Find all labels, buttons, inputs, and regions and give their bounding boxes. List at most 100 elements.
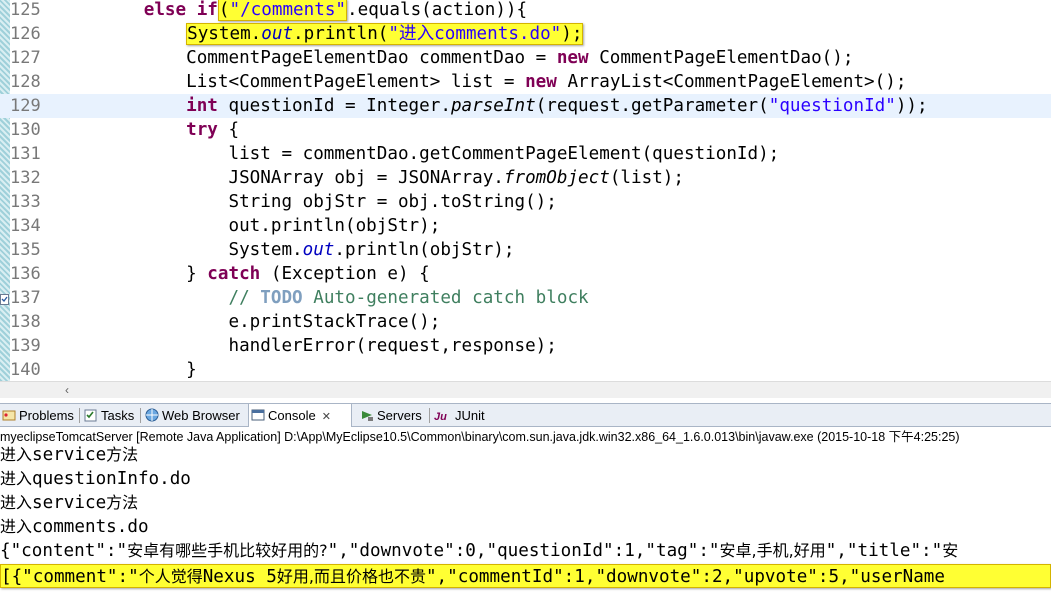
code-token: TODO [260, 288, 303, 308]
code-line[interactable]: 134 out.println(objStr); [0, 214, 1051, 238]
code-text: } [59, 358, 197, 381]
console-text: 方法 [106, 445, 139, 464]
code-line[interactable]: 140 } [0, 358, 1051, 381]
tab-separator [79, 408, 80, 423]
task-marker-icon[interactable] [0, 292, 9, 305]
code-line[interactable]: 131 list = commentDao.getCommentPageElem… [0, 142, 1051, 166]
code-line[interactable]: 139 handlerError(request,response); [0, 334, 1051, 358]
code-line[interactable]: 132 JSONArray obj = JSONArray.fromObject… [0, 166, 1051, 190]
code-text: e.printStackTrace(); [59, 310, 440, 334]
code-token: new [525, 72, 557, 92]
editor-horizontal-scrollbar[interactable]: ‹ [0, 381, 1051, 398]
line-number: 136 [10, 264, 41, 284]
line-number: 126 [10, 24, 41, 44]
code-text: list = commentDao.getCommentPageElement(… [59, 142, 779, 166]
code-line[interactable]: 137 // TODO Auto-generated catch block [0, 286, 1051, 310]
code-line[interactable]: 126 System.out.println("进入comments.do"); [0, 22, 1051, 46]
tab-console[interactable]: Console ✕ [248, 404, 352, 427]
code-token: catch [207, 264, 261, 284]
tab-servers[interactable]: Servers [358, 404, 422, 427]
line-number: 128 [10, 72, 41, 92]
console-line: 进入service方法 [0, 443, 1051, 467]
code-token: "进入comments.do" [388, 24, 562, 44]
code-token: .equals(action)){ [347, 0, 528, 20]
servers-icon [360, 406, 374, 421]
tab-web-browser[interactable]: Web Browser [143, 404, 240, 427]
code-token: int [186, 96, 218, 116]
console-line: 进入comments.do [0, 515, 1051, 539]
scroll-left-icon[interactable]: ‹ [60, 382, 74, 398]
line-number: 127 [10, 48, 41, 68]
console-text: 好用,而且价格也不贵 [276, 567, 426, 586]
console-text: 进入 [0, 469, 33, 488]
code-token: (request.getParameter( [535, 96, 769, 116]
tab-servers-label: Servers [377, 408, 422, 423]
console-text: service [32, 445, 107, 465]
tab-console-label: Console [268, 408, 316, 423]
code-token: { [217, 120, 240, 140]
globe-icon [145, 406, 159, 422]
tab-web-browser-label: Web Browser [162, 408, 240, 423]
code-token: list = commentDao.getCommentPageElement(… [59, 144, 780, 164]
console-text: 进入 [0, 493, 33, 512]
tab-junit-label: JUnit [455, 408, 485, 423]
line-number: 137 [10, 288, 41, 308]
code-token: out [302, 240, 335, 260]
code-text: JSONArray obj = JSONArray.fromObject(lis… [59, 166, 684, 190]
code-line[interactable]: 128 List<CommentPageElement> list = new … [0, 70, 1051, 94]
code-line[interactable]: 127 CommentPageElementDao commentDao = n… [0, 46, 1051, 70]
console-text: ","downvote":0,"questionId":1,"tag":" [327, 541, 720, 561]
console-line: {"content":"安卓有哪些手机比较好用的?","downvote":0,… [0, 539, 1051, 563]
tab-problems-label: Problems [19, 408, 74, 423]
tab-problems[interactable]: Problems [0, 404, 74, 427]
code-line[interactable]: 135 System.out.println(objStr); [0, 238, 1051, 262]
line-number: 130 [10, 120, 41, 140]
code-token: String objStr = obj.toString(); [59, 192, 557, 212]
code-text: // TODO Auto-generated catch block [59, 286, 588, 310]
code-token: CommentPageElementDao(); [588, 48, 854, 68]
tab-junit[interactable]: Ju JUnit [432, 404, 485, 427]
tasks-icon [84, 406, 98, 422]
code-text: String objStr = obj.toString(); [59, 190, 557, 214]
code-token: out.println(objStr); [59, 216, 441, 236]
close-icon[interactable]: ✕ [322, 406, 331, 429]
console-text: service [32, 493, 107, 513]
console-text: 安卓,手机,好用 [719, 541, 826, 560]
code-text: System.out.println("进入comments.do"); [59, 22, 584, 46]
line-number: 138 [10, 312, 41, 332]
console-text: [{"comment":" [1, 567, 139, 587]
code-text: handlerError(request,response); [59, 334, 557, 358]
line-number: 132 [10, 168, 41, 188]
code-line[interactable]: 136 } catch (Exception e) { [0, 262, 1051, 286]
code-token: ); [561, 24, 583, 44]
code-token: fromObject [503, 168, 610, 188]
code-line[interactable]: 138 e.printStackTrace(); [0, 310, 1051, 334]
console-text: 个人觉得 [138, 567, 203, 586]
code-editor[interactable]: 125 else if("/comments".equals(action)){… [0, 0, 1051, 381]
code-token: e.printStackTrace(); [59, 312, 441, 332]
code-token: } [59, 264, 208, 284]
code-token: ( [218, 0, 230, 20]
code-line[interactable]: 133 String objStr = obj.toString(); [0, 190, 1051, 214]
line-number: 129 [10, 96, 41, 116]
highlight-box: ("/comments" [217, 0, 348, 21]
console-text: 进入 [0, 517, 33, 536]
code-line[interactable]: 125 else if("/comments".equals(action)){ [0, 0, 1051, 22]
code-token: JSONArray obj = JSONArray. [59, 168, 504, 188]
code-token: out [261, 24, 294, 44]
code-text: out.println(objStr); [59, 214, 440, 238]
problems-icon [2, 406, 16, 421]
code-line[interactable]: 129 int questionId = Integer.parseInt(re… [0, 94, 1051, 118]
views-tab-bar: Problems Tasks Web Browser Console ✕ Serv… [0, 403, 1051, 427]
code-token: System. [59, 240, 303, 260]
code-token: .println( [293, 24, 389, 44]
tab-tasks[interactable]: Tasks [82, 404, 134, 427]
code-text: try { [59, 118, 239, 142]
code-token: handlerError(request,response); [59, 336, 557, 356]
code-line[interactable]: 130 try { [0, 118, 1051, 142]
code-text: } catch (Exception e) { [59, 262, 430, 286]
code-token: new [556, 48, 589, 68]
